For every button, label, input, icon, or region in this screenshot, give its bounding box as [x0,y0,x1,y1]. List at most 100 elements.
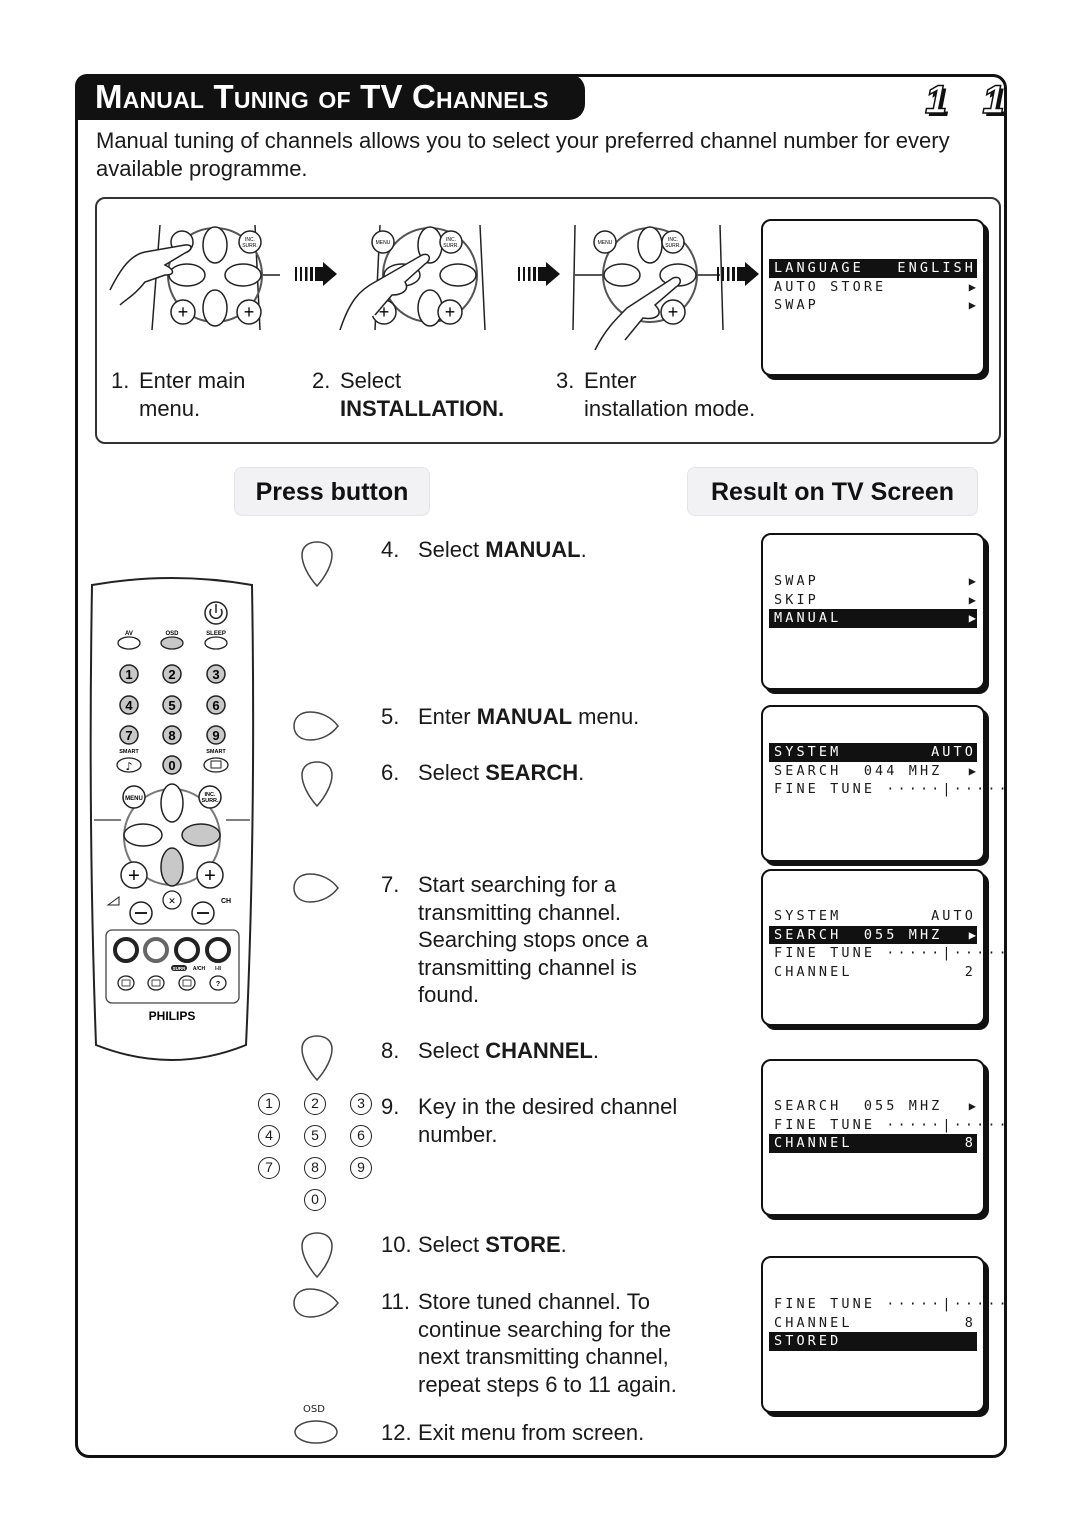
svg-text:SURR.: SURR. [242,243,258,249]
yellow-button[interactable] [174,937,200,963]
digit-key-5[interactable]: 5 [304,1125,326,1147]
tv-screen-6: FINE TUNE ·····|····· CHANNEL 8 STORED [761,1256,1007,1413]
step-9: 9. Key in the desired channel number. [381,1094,678,1147]
volume-up-button[interactable]: + [120,861,148,889]
volume-down-button[interactable] [129,901,153,925]
intro-text: Manual tuning of channels allows you to … [96,128,950,181]
remote-digit-9[interactable]: 9 [206,725,226,745]
smart-picture-button[interactable] [203,757,229,773]
intro-step-2: 2. Select INSTALLATION. [312,368,505,421]
red-button[interactable] [113,937,139,963]
remote-digit-2[interactable]: 2 [162,664,182,684]
osd-row-label: SWAP [774,573,819,589]
cursor-right-key[interactable] [292,1287,340,1319]
osd-button[interactable] [160,636,184,650]
cursor-down-key[interactable] [300,1034,334,1082]
arrow-right-icon [717,262,759,286]
osd-row-label: CHANNEL [774,1135,853,1151]
cursor-down-button[interactable] [160,847,184,887]
osd-row-label: FINE TUNE ·····|····· [774,781,1010,797]
cursor-right-key[interactable] [292,872,340,904]
svg-text:9: 9 [212,728,219,743]
remote-illustration-enter: MENU INC. SURR. + [572,224,724,351]
osd-key[interactable] [293,1418,339,1446]
digit-key-3[interactable]: 3 [350,1093,372,1115]
submenu-arrow-icon: ▶ [968,611,976,625]
osd-menu-row: CHANNEL 8 [769,1134,977,1153]
remote-digit-0[interactable]: 0 [162,755,182,775]
svg-text:SURR.: SURR. [201,798,219,804]
submenu-arrow-icon: ▶ [968,279,976,294]
tv-screen-5: SEARCH 055 MHZ ▶ FINE TUNE ·····|····· CHAN… [761,1059,1007,1216]
cursor-up-key[interactable] [300,540,334,588]
osd-menu-row: AUTO STORE ▶ [769,278,977,297]
av-label: AV [125,631,133,637]
digit-key-1[interactable]: 1 [258,1093,280,1115]
digit-key-2[interactable]: 2 [304,1093,326,1115]
remote-digit-3[interactable]: 3 [206,664,226,684]
digit-key-7[interactable]: 7 [258,1157,280,1179]
svg-text:MENU: MENU [598,240,613,246]
remote-digit-1[interactable]: 1 [119,664,139,684]
remote-control: AV OSD SLEEP 1 2 3 4 5 6 7 8 9 0 SMART SMART ♪ ME… [89,577,255,1061]
cursor-down-key[interactable] [300,1231,334,1279]
smart-sound-label: SMART [119,749,139,755]
mute-button[interactable]: ✕ [162,890,182,910]
osd-menu-row: SEARCH 055 MHZ ▶ [769,1097,977,1116]
channel-up-button[interactable]: + [196,861,224,889]
inc-surround-button[interactable]: INC.SURR. [198,785,222,809]
svg-text:+: + [445,302,456,322]
teletext-button[interactable] [117,975,135,991]
svg-text:6: 6 [212,698,219,713]
digit-key-6[interactable]: 6 [350,1125,372,1147]
step-7: 7. Start searching for a transmitting cha… [381,872,648,1007]
power-icon[interactable] [204,601,228,625]
cursor-right-button[interactable] [181,823,221,847]
av-button[interactable] [117,636,141,650]
remote-digit-4[interactable]: 4 [119,695,139,715]
cursor-up-button[interactable] [160,783,184,823]
svg-text:3: 3 [212,667,219,682]
remote-digit-6[interactable]: 6 [206,695,226,715]
osd-menu-row: SYSTEM AUTO [769,907,977,926]
submenu-arrow-icon: ▶ [968,592,976,607]
osd-menu-row: FINE TUNE ·····|····· [769,1116,1007,1135]
ach-label: A/CH [193,966,206,972]
reveal-button[interactable]: ? [209,975,227,991]
submenu-arrow-icon: ▶ [968,574,976,588]
digit-key-9[interactable]: 9 [350,1157,372,1179]
green-button[interactable] [143,937,169,963]
osd-row-label: SYSTEM [774,744,842,760]
osd-row-label: SYSTEM [774,908,842,924]
remote-digit-5[interactable]: 5 [162,695,182,715]
cursor-right-key[interactable] [292,710,340,742]
page-title: Manual Tuning of TV Channels [95,78,549,115]
submenu-arrow-icon: ▶ [968,763,976,778]
step-4: 4. Select MANUAL. [381,537,587,562]
cursor-left-button[interactable] [123,823,163,847]
dual-label: I-II [215,966,221,972]
osd-row-label: SWAP [774,297,819,313]
osd-menu-row: SWAP ▶ [769,296,977,315]
cursor-down-key[interactable] [300,760,334,808]
sleep-button[interactable] [204,636,228,650]
menu-button[interactable]: MENU [122,785,146,809]
remote-digit-7[interactable]: 7 [119,725,139,745]
digit-key-8[interactable]: 8 [304,1157,326,1179]
size-button[interactable] [178,975,196,991]
osd-menu-row: FINE TUNE ·····|····· [769,944,1007,963]
tv-screen-2: SWAP ▶ SKIP ▶ MANUAL ▶ [761,533,985,690]
digit-key-4[interactable]: 4 [258,1125,280,1147]
remote-digit-8[interactable]: 8 [162,725,182,745]
svg-text:SURR: SURR [173,966,187,971]
channel-down-button[interactable] [191,901,215,925]
svg-text:8: 8 [168,728,175,743]
mix-button[interactable] [147,975,165,991]
digit-key-0[interactable]: 0 [304,1189,326,1211]
smart-picture-label: SMART [206,749,226,755]
osd-row-label: MANUAL [774,610,842,626]
osd-menu-row: MANUAL ▶ [769,609,977,628]
osd-row-label: FINE TUNE ·····|····· [774,1116,1010,1133]
blue-button[interactable] [205,937,231,963]
page-number: 1 1 [924,77,1017,123]
